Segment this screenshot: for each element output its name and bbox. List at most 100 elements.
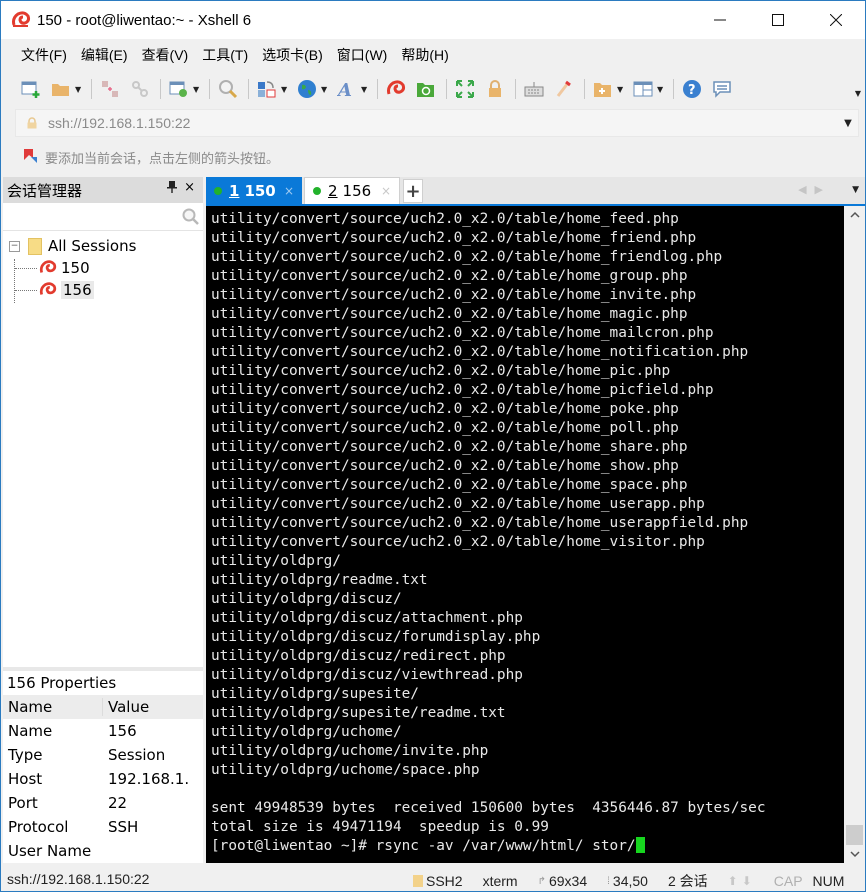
status-size-text: 69x34	[548, 873, 588, 889]
terminal-scrollbar[interactable]	[844, 206, 865, 863]
terminal-cursor	[635, 837, 645, 853]
menu-tools[interactable]: 工具(T)	[202, 45, 248, 65]
terminal-prompt: [root@liwentao ~]# rsync -av /var/www/ht…	[211, 838, 636, 854]
tree-node-session-150[interactable]: 150	[3, 257, 203, 279]
new-folder-button[interactable]	[591, 77, 615, 101]
separator	[446, 79, 447, 99]
tree-node-all-sessions[interactable]: − All Sessions	[3, 235, 203, 257]
property-row: Name 156	[3, 719, 203, 743]
tab-list-dropdown-icon[interactable]: ▼	[852, 185, 859, 195]
terminal-line: utility/convert/source/uch2.0_x2.0/table…	[211, 249, 723, 265]
property-value: Session	[108, 746, 166, 764]
tab-close-icon[interactable]: ×	[381, 184, 391, 198]
address-dropdown-icon[interactable]: ▼	[838, 118, 858, 129]
panel-close-icon[interactable]: ×	[184, 180, 195, 195]
session-search-input[interactable]	[3, 203, 203, 231]
terminal-output[interactable]: utility/convert/source/uch2.0_x2.0/table…	[206, 206, 844, 863]
property-row: User Name	[3, 839, 203, 863]
column-header-name[interactable]: Name	[3, 698, 103, 716]
maximize-button[interactable]	[749, 1, 807, 39]
terminal-line: utility/convert/source/uch2.0_x2.0/table…	[211, 534, 705, 550]
transfer-button[interactable]	[255, 77, 279, 101]
properties-dropdown-icon[interactable]: ▼	[193, 85, 201, 94]
help-button[interactable]: ?	[680, 77, 704, 101]
transfer-dropdown-icon[interactable]: ▼	[281, 85, 289, 94]
find-button[interactable]	[216, 77, 240, 101]
menu-edit[interactable]: 编辑(E)	[81, 45, 128, 65]
chat-button[interactable]	[710, 77, 734, 101]
disconnect-button[interactable]	[98, 77, 122, 101]
keyboard-button[interactable]	[522, 77, 546, 101]
xftp-button[interactable]	[414, 77, 438, 101]
new-session-button[interactable]	[19, 77, 43, 101]
property-value: 22	[108, 794, 128, 812]
open-dropdown-icon[interactable]: ▼	[75, 85, 83, 94]
tab-scroll-arrows-icon[interactable]: ◀▶	[798, 183, 831, 196]
separator	[248, 79, 249, 99]
transfer-icon	[258, 81, 276, 98]
terminal-line: utility/convert/source/uch2.0_x2.0/table…	[211, 496, 705, 512]
separator	[584, 79, 585, 99]
font-button[interactable]: A	[335, 77, 359, 101]
toolbar-overflow-icon[interactable]: ▼	[855, 89, 861, 98]
separator	[377, 79, 378, 99]
web-dropdown-icon[interactable]: ▼	[321, 85, 329, 94]
xshell-icon	[387, 80, 406, 95]
menu-help[interactable]: 帮助(H)	[401, 45, 448, 65]
separator	[673, 79, 674, 99]
tree-node-session-156[interactable]: 156	[3, 279, 203, 301]
layout-dropdown-icon[interactable]: ▼	[657, 85, 665, 94]
terminal-line: utility/oldprg/uchome/space.php	[211, 762, 480, 778]
lock-button[interactable]	[483, 77, 507, 101]
connected-status-icon	[313, 187, 321, 195]
menu-file[interactable]: 文件(F)	[21, 45, 67, 65]
add-session-arrow-icon[interactable]	[21, 147, 41, 167]
cursor-position-icon: ⁞	[607, 875, 610, 887]
terminal-line: utility/convert/source/uch2.0_x2.0/table…	[211, 363, 671, 379]
terminal-line: utility/oldprg/discuz/redirect.php	[211, 648, 506, 664]
open-button[interactable]	[49, 77, 73, 101]
menu-tabs[interactable]: 选项卡(B)	[262, 45, 323, 65]
new-session-icon	[21, 81, 40, 98]
scroll-down-icon[interactable]	[844, 845, 865, 863]
property-key: Name	[8, 722, 53, 740]
layout-button[interactable]	[631, 77, 655, 101]
address-input[interactable]	[48, 115, 838, 131]
status-bar: ssh://192.168.1.150:22 SSH2 xterm ↱ 69x3…	[1, 867, 865, 891]
tab-session-150[interactable]: 1 150 ×	[206, 177, 302, 205]
web-button[interactable]	[295, 77, 319, 101]
scroll-thumb[interactable]	[846, 825, 863, 845]
properties-button[interactable]	[167, 77, 191, 101]
pin-icon[interactable]	[167, 181, 177, 196]
collapse-icon[interactable]: −	[9, 240, 20, 252]
tab-session-156[interactable]: 2 156 ×	[304, 177, 400, 205]
new-folder-icon	[594, 83, 611, 97]
property-value: 156	[108, 722, 137, 740]
close-button[interactable]	[807, 1, 865, 39]
highlight-button[interactable]	[552, 77, 576, 101]
terminal-line: utility/convert/source/uch2.0_x2.0/table…	[211, 515, 749, 531]
column-header-value[interactable]: Value	[103, 698, 203, 716]
reconnect-button[interactable]	[128, 77, 152, 101]
menu-view[interactable]: 查看(V)	[142, 45, 189, 65]
properties-title: 156 Properties	[3, 667, 203, 695]
status-protocol-text: SSH2	[426, 873, 463, 889]
session-manager-header: 会话管理器 ×	[3, 177, 203, 203]
upload-download-arrows-icon: ⬆⬇	[727, 874, 756, 888]
new-folder-dropdown-icon[interactable]: ▼	[617, 85, 625, 94]
new-tab-button[interactable]: +	[403, 179, 423, 203]
separator	[160, 79, 161, 99]
terminal-line: utility/oldprg/discuz/viewthread.php	[211, 667, 523, 683]
xshell-button[interactable]	[384, 77, 408, 101]
minimize-button[interactable]	[691, 1, 749, 39]
scroll-up-icon[interactable]	[844, 206, 865, 224]
menu-window[interactable]: 窗口(W)	[337, 45, 388, 65]
font-dropdown-icon[interactable]: ▼	[361, 85, 369, 94]
svg-text:?: ?	[688, 83, 696, 98]
terminal-line: utility/convert/source/uch2.0_x2.0/table…	[211, 211, 679, 227]
fullscreen-button[interactable]	[453, 77, 477, 101]
tab-close-icon[interactable]: ×	[284, 184, 294, 198]
reconnect-icon	[132, 81, 148, 97]
property-key: User Name	[8, 842, 92, 860]
search-icon[interactable]	[181, 207, 201, 227]
